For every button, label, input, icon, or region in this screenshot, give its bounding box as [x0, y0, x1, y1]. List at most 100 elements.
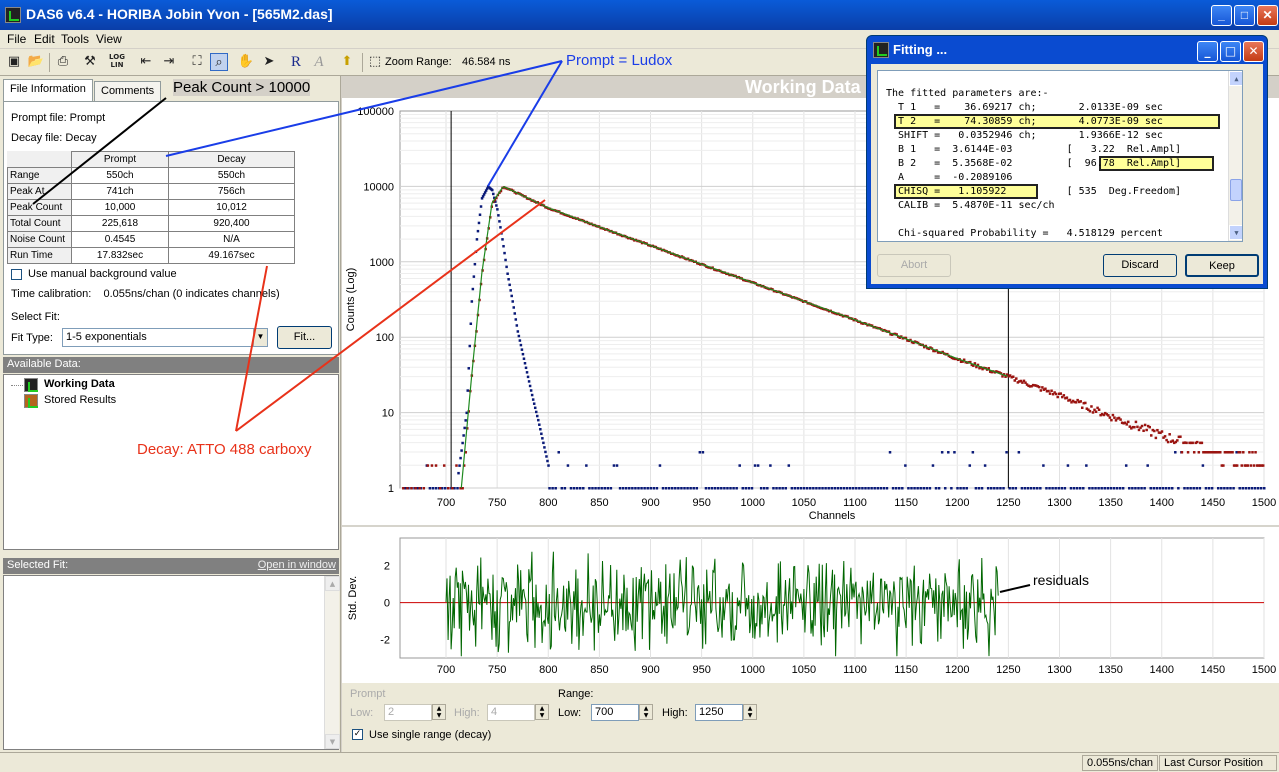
fit-type-select[interactable]: 1-5 exponentials ▼: [62, 328, 268, 347]
single-range-checkbox[interactable]: ✓: [352, 729, 363, 740]
prompt-point: [677, 487, 680, 490]
prompt-point: [1036, 487, 1039, 490]
cursor-marker-icon[interactable]: ⬆: [338, 53, 356, 71]
abort-button[interactable]: Abort: [877, 254, 951, 277]
decay-point: [1084, 401, 1087, 405]
prompt-point: [505, 265, 508, 269]
new-icon[interactable]: ▣: [5, 53, 23, 71]
fitting-scrollbar[interactable]: ▲ ▼: [1228, 71, 1242, 241]
prompt-point: [1032, 487, 1036, 490]
range-high-spinner[interactable]: ▲ ▼: [743, 704, 757, 720]
prompt-point: [528, 384, 532, 388]
prompt-low-input[interactable]: 2: [384, 704, 432, 721]
pointer-icon[interactable]: ➤: [260, 53, 278, 71]
prompt-point: [527, 380, 531, 383]
fitting-minimize-button[interactable]: _: [1197, 41, 1218, 62]
zoom-x-in-icon[interactable]: ⇤: [137, 53, 155, 71]
fitting-maximize-button[interactable]: □: [1220, 41, 1241, 62]
prompt-point: [815, 487, 818, 490]
prompt-point: [479, 205, 483, 208]
prompt-point: [704, 487, 708, 490]
log-lin-icon[interactable]: LOG LIN: [108, 53, 126, 71]
prompt-point: [793, 487, 797, 490]
working-data-icon: [24, 378, 38, 392]
a-icon[interactable]: A: [310, 53, 328, 71]
prompt-point: [513, 312, 517, 315]
zoom-full-icon[interactable]: ⛶: [188, 53, 206, 71]
chevron-down-icon[interactable]: ▼: [253, 329, 267, 346]
prompt-point: [536, 414, 539, 418]
prompt-high-input[interactable]: 4: [487, 704, 535, 721]
tree-item-stored-results[interactable]: Stored Results: [44, 394, 116, 406]
prompt-point: [1088, 487, 1091, 490]
prompt-range-label: Prompt: [350, 688, 386, 700]
x-tick-label: 1500: [1252, 664, 1276, 676]
prompt-point: [463, 426, 466, 430]
residual-y-axis-label: Std. Dev.: [347, 576, 359, 620]
menu-edit[interactable]: Edit: [34, 32, 55, 46]
tools-icon[interactable]: ⚒: [81, 53, 99, 71]
prompt-point: [1118, 487, 1122, 490]
y-tick-label: 2: [384, 561, 390, 573]
prompt-point: [1020, 487, 1024, 490]
open-folder-icon[interactable]: 📂: [27, 53, 45, 71]
decay-point: [1079, 400, 1082, 403]
keep-button[interactable]: Keep: [1185, 254, 1259, 277]
decay-point: [1163, 435, 1167, 438]
prompt-point: [753, 464, 757, 467]
prompt-point: [428, 487, 432, 490]
tab-comments[interactable]: Comments: [94, 81, 162, 101]
maximize-button[interactable]: □: [1234, 5, 1255, 26]
prompt-point: [830, 487, 833, 490]
scrollbar-thumb[interactable]: [1230, 179, 1242, 201]
fit-button[interactable]: Fit...: [277, 326, 332, 349]
prompt-point: [977, 487, 981, 490]
prompt-point: [778, 487, 781, 490]
decay-point: [1111, 413, 1115, 417]
print-icon[interactable]: ⎙: [54, 53, 72, 71]
r-icon[interactable]: R: [287, 53, 305, 71]
prompt-point: [468, 344, 472, 348]
menu-tools[interactable]: Tools: [61, 32, 89, 46]
prompt-point: [434, 487, 438, 490]
prompt-point: [1128, 487, 1131, 490]
prompt-point: [473, 262, 477, 266]
x-tick-label: 700: [437, 497, 455, 509]
prompt-point: [502, 244, 505, 248]
range-high-input[interactable]: 1250: [695, 704, 743, 721]
decay-point: [447, 487, 450, 490]
range-controls: [342, 683, 1279, 752]
tab-file-information[interactable]: File Information: [3, 79, 93, 101]
decay-point: [1154, 436, 1158, 440]
prompt-point: [882, 487, 886, 490]
tree-item-working-data[interactable]: Working Data: [44, 378, 115, 390]
prompt-point: [796, 487, 800, 490]
decay-point: [1047, 389, 1050, 393]
residual-plot[interactable]: 700 750 800 850 900 950 1000 1050 1100 1150 1200 12…: [342, 525, 1279, 676]
zoom-x-out-icon[interactable]: ⇥: [160, 53, 178, 71]
prompt-point: [462, 434, 465, 437]
prompt-point: [1017, 451, 1021, 454]
decay-point: [1185, 441, 1188, 445]
prompt-high-spinner[interactable]: ▲ ▼: [535, 704, 549, 720]
manual-background-checkbox[interactable]: [11, 269, 22, 280]
decay-point: [1048, 392, 1052, 395]
minimize-button[interactable]: _: [1211, 5, 1232, 26]
menu-file[interactable]: File: [7, 32, 26, 46]
decay-point: [1219, 451, 1222, 454]
close-button[interactable]: ✕: [1257, 5, 1278, 26]
decay-point: [1249, 464, 1253, 467]
range-low-input[interactable]: 700: [591, 704, 639, 721]
fitting-close-button[interactable]: ✕: [1243, 41, 1264, 62]
open-in-window-link[interactable]: Open in window: [258, 559, 336, 571]
discard-button[interactable]: Discard: [1103, 254, 1177, 277]
range-low-spinner[interactable]: ▲ ▼: [639, 704, 653, 720]
prompt-low-spinner[interactable]: ▲ ▼: [432, 704, 446, 720]
selected-fit-scrollbar[interactable]: ▲ ▼: [324, 576, 340, 749]
zoom-region-icon[interactable]: ⌕: [210, 53, 228, 71]
menu-view[interactable]: View: [96, 32, 122, 46]
decay-point: [418, 487, 421, 490]
prompt-point: [910, 487, 913, 490]
x-tick-label: 900: [641, 497, 659, 509]
hand-pan-icon[interactable]: ✋: [237, 53, 255, 71]
